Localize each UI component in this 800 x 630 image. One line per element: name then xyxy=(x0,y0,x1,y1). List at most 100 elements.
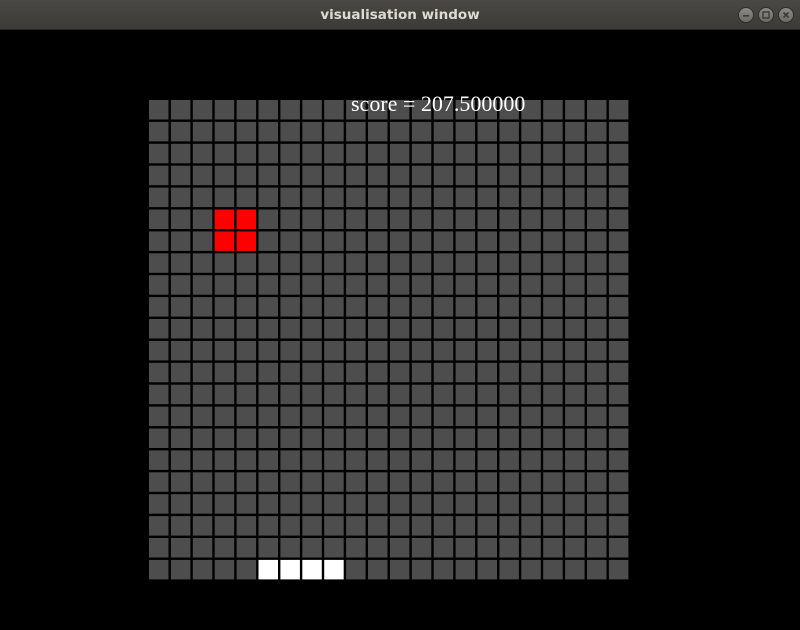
grid-cell xyxy=(433,319,454,339)
grid-cell xyxy=(389,428,410,448)
grid-cell xyxy=(302,209,322,229)
grid-cell xyxy=(455,143,476,164)
grid-cell xyxy=(565,384,585,405)
grid-cell xyxy=(149,275,169,295)
grid-cell xyxy=(389,406,410,427)
grid-cell xyxy=(608,516,629,536)
grid-cell xyxy=(565,362,585,383)
grid-cell xyxy=(302,384,322,405)
grid-cell xyxy=(170,297,191,317)
grid-cell xyxy=(192,187,213,208)
grid-cell xyxy=(433,472,454,492)
grid-cell xyxy=(149,428,169,448)
maximize-icon xyxy=(762,11,770,19)
grid-cell xyxy=(236,384,257,405)
grid-cell xyxy=(280,362,300,383)
grid-cell xyxy=(258,165,278,186)
grid-cell xyxy=(521,209,541,229)
grid-cell xyxy=(565,231,585,251)
grid-cell xyxy=(368,362,388,383)
grid-cell xyxy=(324,319,344,339)
grid-cell xyxy=(389,121,410,142)
grid-cell xyxy=(389,494,410,514)
grid-cell xyxy=(258,275,278,295)
grid-cell xyxy=(192,100,213,120)
grid-cell xyxy=(411,494,432,514)
grid-cell xyxy=(346,340,366,361)
grid-cell xyxy=(587,472,607,492)
grid-cell xyxy=(280,209,300,229)
grid-cell xyxy=(411,472,432,492)
grid-cell xyxy=(411,559,432,580)
grid-cell xyxy=(280,472,300,492)
close-icon xyxy=(782,11,790,19)
close-button[interactable] xyxy=(778,7,794,23)
grid-cell xyxy=(258,253,278,273)
grid-cell xyxy=(149,297,169,317)
title-bar[interactable]: visualisation window xyxy=(0,0,800,30)
grid-cell xyxy=(543,406,563,427)
grid-cell xyxy=(543,165,563,186)
grid-cell xyxy=(368,165,388,186)
grid-cell xyxy=(477,494,497,514)
grid-cell xyxy=(411,406,432,427)
grid-cell xyxy=(346,428,366,448)
grid-cell xyxy=(543,209,563,229)
grid-cell xyxy=(587,559,607,580)
grid-cell xyxy=(587,406,607,427)
grid-cell xyxy=(324,494,344,514)
grid-cell xyxy=(258,340,278,361)
grid-cell xyxy=(411,538,432,558)
grid-cell xyxy=(170,340,191,361)
grid-cell xyxy=(280,538,300,558)
grid-cell xyxy=(280,253,300,273)
grid-cell xyxy=(521,450,541,470)
grid-cell xyxy=(236,428,257,448)
minimize-button[interactable] xyxy=(738,7,754,23)
grid-cell xyxy=(499,253,519,273)
grid-cell xyxy=(521,559,541,580)
grid-cell xyxy=(280,165,300,186)
grid-cell xyxy=(587,384,607,405)
grid-cell xyxy=(368,406,388,427)
grid-cell xyxy=(280,143,300,164)
grid-cell xyxy=(565,428,585,448)
grid-cell xyxy=(302,275,322,295)
grid-cell xyxy=(411,231,432,251)
visualisation-window: visualisation window score = 207.500000 xyxy=(0,0,800,630)
grid-cell xyxy=(170,253,191,273)
grid-cell xyxy=(477,209,497,229)
grid-cell xyxy=(521,516,541,536)
grid-cell xyxy=(521,384,541,405)
grid-cell xyxy=(236,406,257,427)
grid-cell xyxy=(477,319,497,339)
maximize-button[interactable] xyxy=(758,7,774,23)
grid-cell xyxy=(477,559,497,580)
grid-cell xyxy=(499,121,519,142)
grid-cell xyxy=(543,121,563,142)
grid-cell xyxy=(214,538,235,558)
grid-cell xyxy=(302,494,322,514)
grid-cell xyxy=(543,559,563,580)
grid-cell xyxy=(389,297,410,317)
food-cell xyxy=(236,209,257,229)
grid-cell xyxy=(565,253,585,273)
grid-cell xyxy=(280,384,300,405)
grid-cell xyxy=(411,143,432,164)
grid-cell xyxy=(608,406,629,427)
grid-cell xyxy=(258,538,278,558)
grid-cell xyxy=(521,143,541,164)
grid-cell xyxy=(170,406,191,427)
grid-cell xyxy=(368,253,388,273)
grid-cell xyxy=(455,340,476,361)
grid-cell xyxy=(389,340,410,361)
grid-cell xyxy=(565,516,585,536)
grid-cell xyxy=(192,559,213,580)
grid-cell xyxy=(477,165,497,186)
grid-cell xyxy=(214,472,235,492)
grid-cell xyxy=(587,494,607,514)
grid-cell xyxy=(324,231,344,251)
grid-cell xyxy=(455,319,476,339)
grid-cell xyxy=(477,362,497,383)
grid-cell xyxy=(149,516,169,536)
